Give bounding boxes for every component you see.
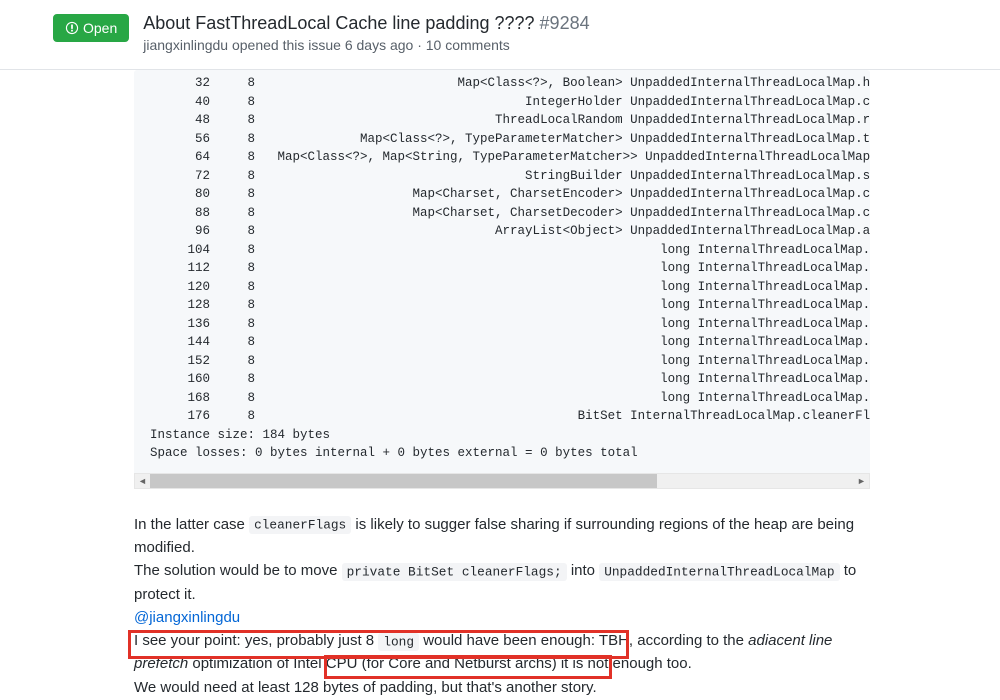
issue-title[interactable]: About FastThreadLocal Cache line padding… — [143, 12, 960, 35]
state-badge-label: Open — [83, 20, 117, 36]
header-main: About FastThreadLocal Cache line padding… — [143, 12, 960, 53]
issue-number: #9284 — [540, 13, 590, 33]
scroll-left-icon[interactable]: ◄ — [135, 474, 150, 488]
scroll-right-icon[interactable]: ► — [854, 474, 869, 488]
code-text: 32 8 Map<Class<?>, Boolean> UnpaddedInte… — [134, 70, 870, 473]
issue-open-icon — [65, 21, 79, 35]
scrollbar-thumb[interactable] — [150, 474, 657, 488]
issue-author-link[interactable]: jiangxinlingdu — [143, 37, 228, 53]
user-mention-link[interactable]: @jiangxinlingdu — [134, 609, 240, 626]
issue-header: Open About FastThreadLocal Cache line pa… — [0, 0, 1000, 70]
scrollbar-track[interactable] — [150, 474, 854, 488]
issue-title-text: About FastThreadLocal Cache line padding… — [143, 13, 534, 33]
inline-code: UnpaddedInternalThreadLocalMap — [599, 563, 839, 581]
horizontal-scrollbar[interactable]: ◄ ► — [134, 473, 870, 489]
state-badge: Open — [53, 14, 129, 42]
code-scroll-region[interactable]: 32 8 Map<Class<?>, Boolean> UnpaddedInte… — [134, 70, 870, 473]
inline-code: cleanerFlags — [249, 516, 351, 534]
inline-code: private BitSet cleanerFlags; — [342, 563, 567, 581]
code-block: 32 8 Map<Class<?>, Boolean> UnpaddedInte… — [134, 70, 870, 489]
issue-meta-rest: opened this issue 6 days ago · 10 commen… — [228, 37, 510, 53]
comment-prose: In the latter case cleanerFlags is likel… — [134, 513, 870, 699]
inline-code: long — [378, 633, 419, 651]
issue-meta: jiangxinlingdu opened this issue 6 days … — [143, 37, 960, 53]
issue-body: 32 8 Map<Class<?>, Boolean> UnpaddedInte… — [0, 70, 1000, 699]
